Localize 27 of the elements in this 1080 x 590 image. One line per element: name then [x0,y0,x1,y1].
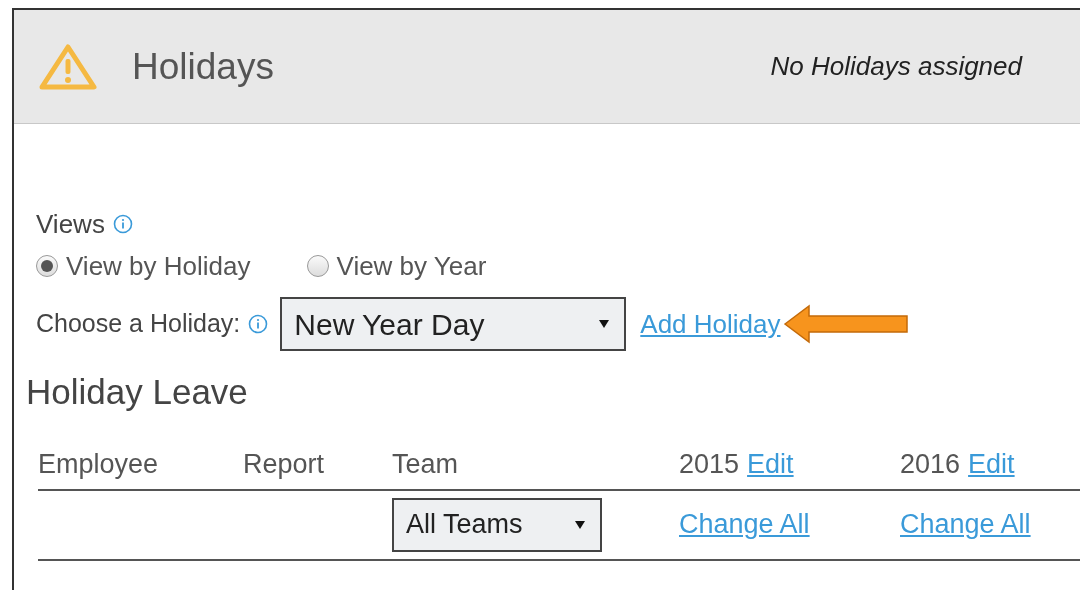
change-all-link[interactable]: Change All [900,504,1031,545]
column-header: Employee [38,448,159,482]
page-title: Holidays [132,44,274,89]
status-text: No Holidays assigned [770,50,1022,83]
add-holiday-link[interactable]: Add Holiday [640,304,781,344]
radio-option[interactable]: View by Holiday [36,246,251,286]
team-select[interactable]: All Teams [392,497,602,552]
radio-option[interactable]: View by Year [306,246,487,286]
choose-label: Choose a Holiday: [36,308,241,340]
caret-icon [574,519,586,530]
holiday-select[interactable]: New Year Day [280,297,627,351]
views-label: Views [36,207,105,241]
column-header: 2015 [679,448,740,482]
warning-icon [38,42,98,91]
edit-link[interactable]: Edit [968,444,1015,485]
change-all-link[interactable]: Change All [679,504,810,545]
info-icon[interactable] [112,214,133,234]
info-icon[interactable] [248,314,269,334]
arrow-icon [782,304,911,344]
column-header: Report [243,448,325,482]
edit-link[interactable]: Edit [747,444,794,485]
radio-button[interactable] [306,255,329,277]
column-header: 2016 [900,448,961,482]
section-title: Holiday Leave [26,371,249,413]
radio-button[interactable] [36,255,58,277]
caret-icon [598,319,611,329]
column-header: Team [392,448,459,482]
